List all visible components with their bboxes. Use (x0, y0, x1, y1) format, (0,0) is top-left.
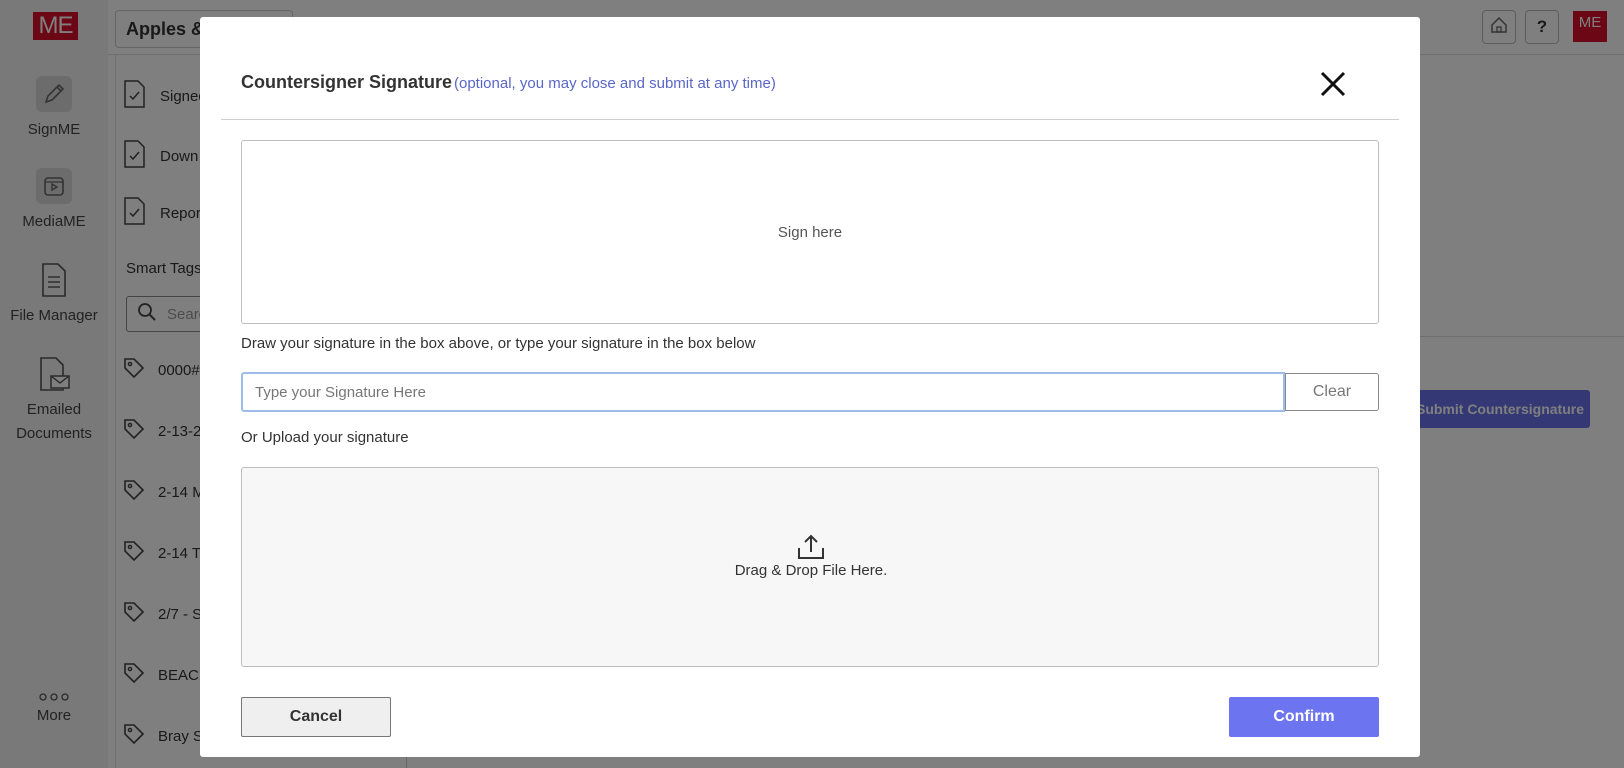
dialog-title: Countersigner Signature (241, 72, 453, 92)
confirm-button[interactable]: Confirm (1229, 697, 1379, 737)
upload-icon (796, 533, 826, 561)
close-button[interactable] (1318, 69, 1348, 99)
file-dropzone[interactable]: Drag & Drop File Here. (241, 467, 1379, 667)
upload-label: Or Upload your signature (241, 429, 409, 446)
sign-here-label: Sign here (777, 223, 843, 241)
clear-button[interactable]: Clear (1285, 373, 1379, 411)
countersigner-signature-dialog: Countersigner Signature (optional, you m… (200, 17, 1420, 757)
dialog-subtitle: (optional, you may close and submit at a… (454, 75, 776, 92)
close-icon (1318, 71, 1348, 103)
dialog-header: Countersigner Signature (optional, you m… (221, 17, 1399, 120)
signature-draw-pad[interactable]: Sign here (241, 140, 1379, 324)
dropzone-label: Drag & Drop File Here. (734, 562, 888, 579)
signature-instructions: Draw your signature in the box above, or… (241, 335, 756, 352)
signature-text-input[interactable] (241, 372, 1285, 412)
cancel-button[interactable]: Cancel (241, 697, 391, 737)
signature-input-group: Clear (241, 372, 1379, 412)
